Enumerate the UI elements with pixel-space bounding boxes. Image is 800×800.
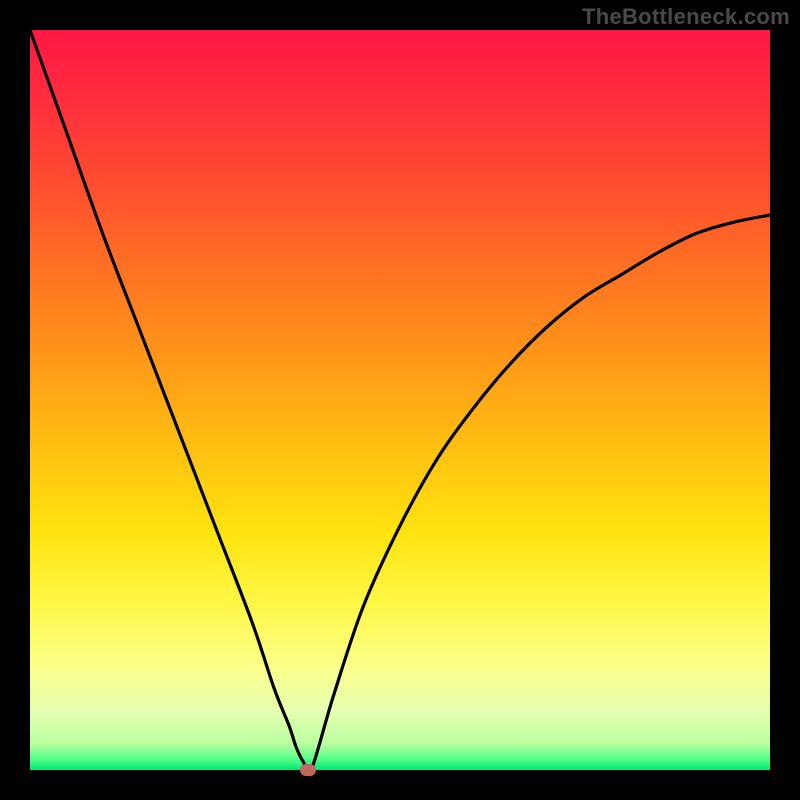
- plot-svg: [30, 30, 770, 770]
- chart-frame: TheBottleneck.com: [0, 0, 800, 800]
- plot-background: [30, 30, 770, 770]
- plot-area: [30, 30, 770, 770]
- optimum-marker: [300, 764, 316, 776]
- watermark-text: TheBottleneck.com: [582, 4, 790, 30]
